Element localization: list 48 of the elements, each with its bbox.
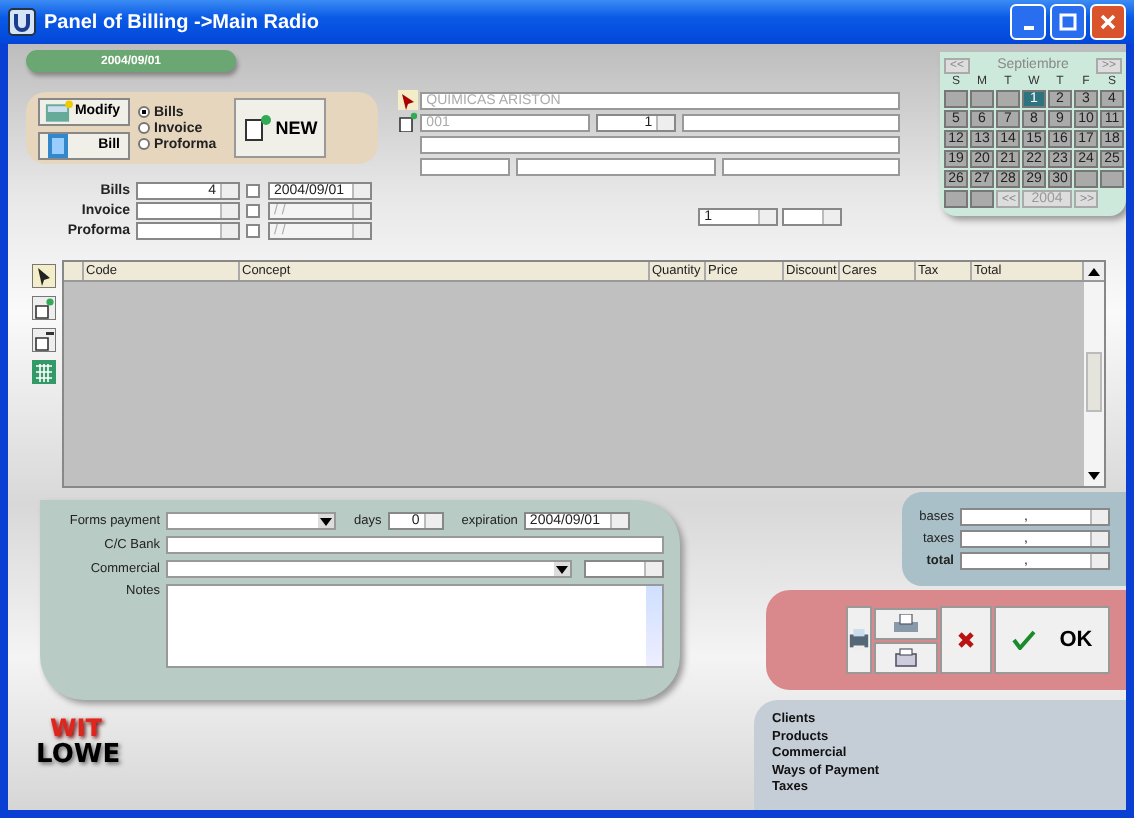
printer-icon	[894, 647, 918, 667]
minimize-button[interactable]	[1010, 4, 1046, 40]
scrollbar[interactable]	[1084, 282, 1104, 486]
window-title: Panel of Billing ->Main Radio	[44, 11, 322, 33]
maximize-button[interactable]	[1050, 4, 1086, 40]
print-preview-button[interactable]	[874, 607, 938, 639]
screen-icon	[44, 99, 75, 123]
add-line-icon[interactable]	[32, 296, 56, 320]
notes-field[interactable]	[166, 584, 664, 668]
pointer-icon[interactable]	[32, 264, 56, 288]
scroll-down-icon[interactable]	[1086, 468, 1102, 484]
scroll-thumb[interactable]	[1086, 352, 1102, 412]
dropdown-arrow-icon	[556, 565, 568, 573]
pointer-icon[interactable]	[398, 90, 419, 110]
bank-field[interactable]	[166, 536, 664, 554]
close-button[interactable]	[1090, 4, 1126, 40]
maximize-icon	[1058, 12, 1078, 32]
payment-dropdown[interactable]	[166, 512, 336, 530]
province-field[interactable]	[722, 157, 900, 175]
postal-code-field[interactable]	[420, 157, 511, 175]
spin-field[interactable]	[584, 560, 664, 578]
checkbox[interactable]	[246, 184, 260, 198]
logo: WIT LOWE	[36, 716, 123, 768]
dropdown-arrow-icon	[320, 517, 332, 525]
address-field[interactable]	[420, 135, 900, 153]
number-field[interactable]	[136, 222, 240, 240]
number-field[interactable]	[136, 202, 240, 220]
calculator-icon[interactable]	[32, 360, 56, 384]
ok-button[interactable]: OK	[994, 606, 1110, 674]
new-button[interactable]: NEW	[234, 98, 326, 158]
printer-button[interactable]	[846, 606, 872, 674]
app-icon	[8, 8, 36, 36]
text-field[interactable]	[682, 113, 900, 131]
remove-line-icon[interactable]	[32, 328, 56, 352]
commercial-dropdown[interactable]	[166, 560, 572, 578]
new-document-icon	[242, 112, 275, 144]
document-icon	[44, 131, 72, 159]
printer-icon	[848, 626, 870, 654]
print-button[interactable]	[874, 641, 938, 673]
cancel-button[interactable]	[940, 606, 992, 674]
cancel-icon	[956, 630, 976, 650]
spin-field[interactable]	[782, 208, 843, 226]
new-document-icon[interactable]	[398, 112, 419, 132]
minimize-icon	[1023, 26, 1033, 30]
city-field[interactable]	[516, 157, 717, 175]
checkmark-icon	[1011, 630, 1036, 650]
close-icon	[1098, 12, 1118, 32]
printer-icon	[892, 613, 920, 633]
